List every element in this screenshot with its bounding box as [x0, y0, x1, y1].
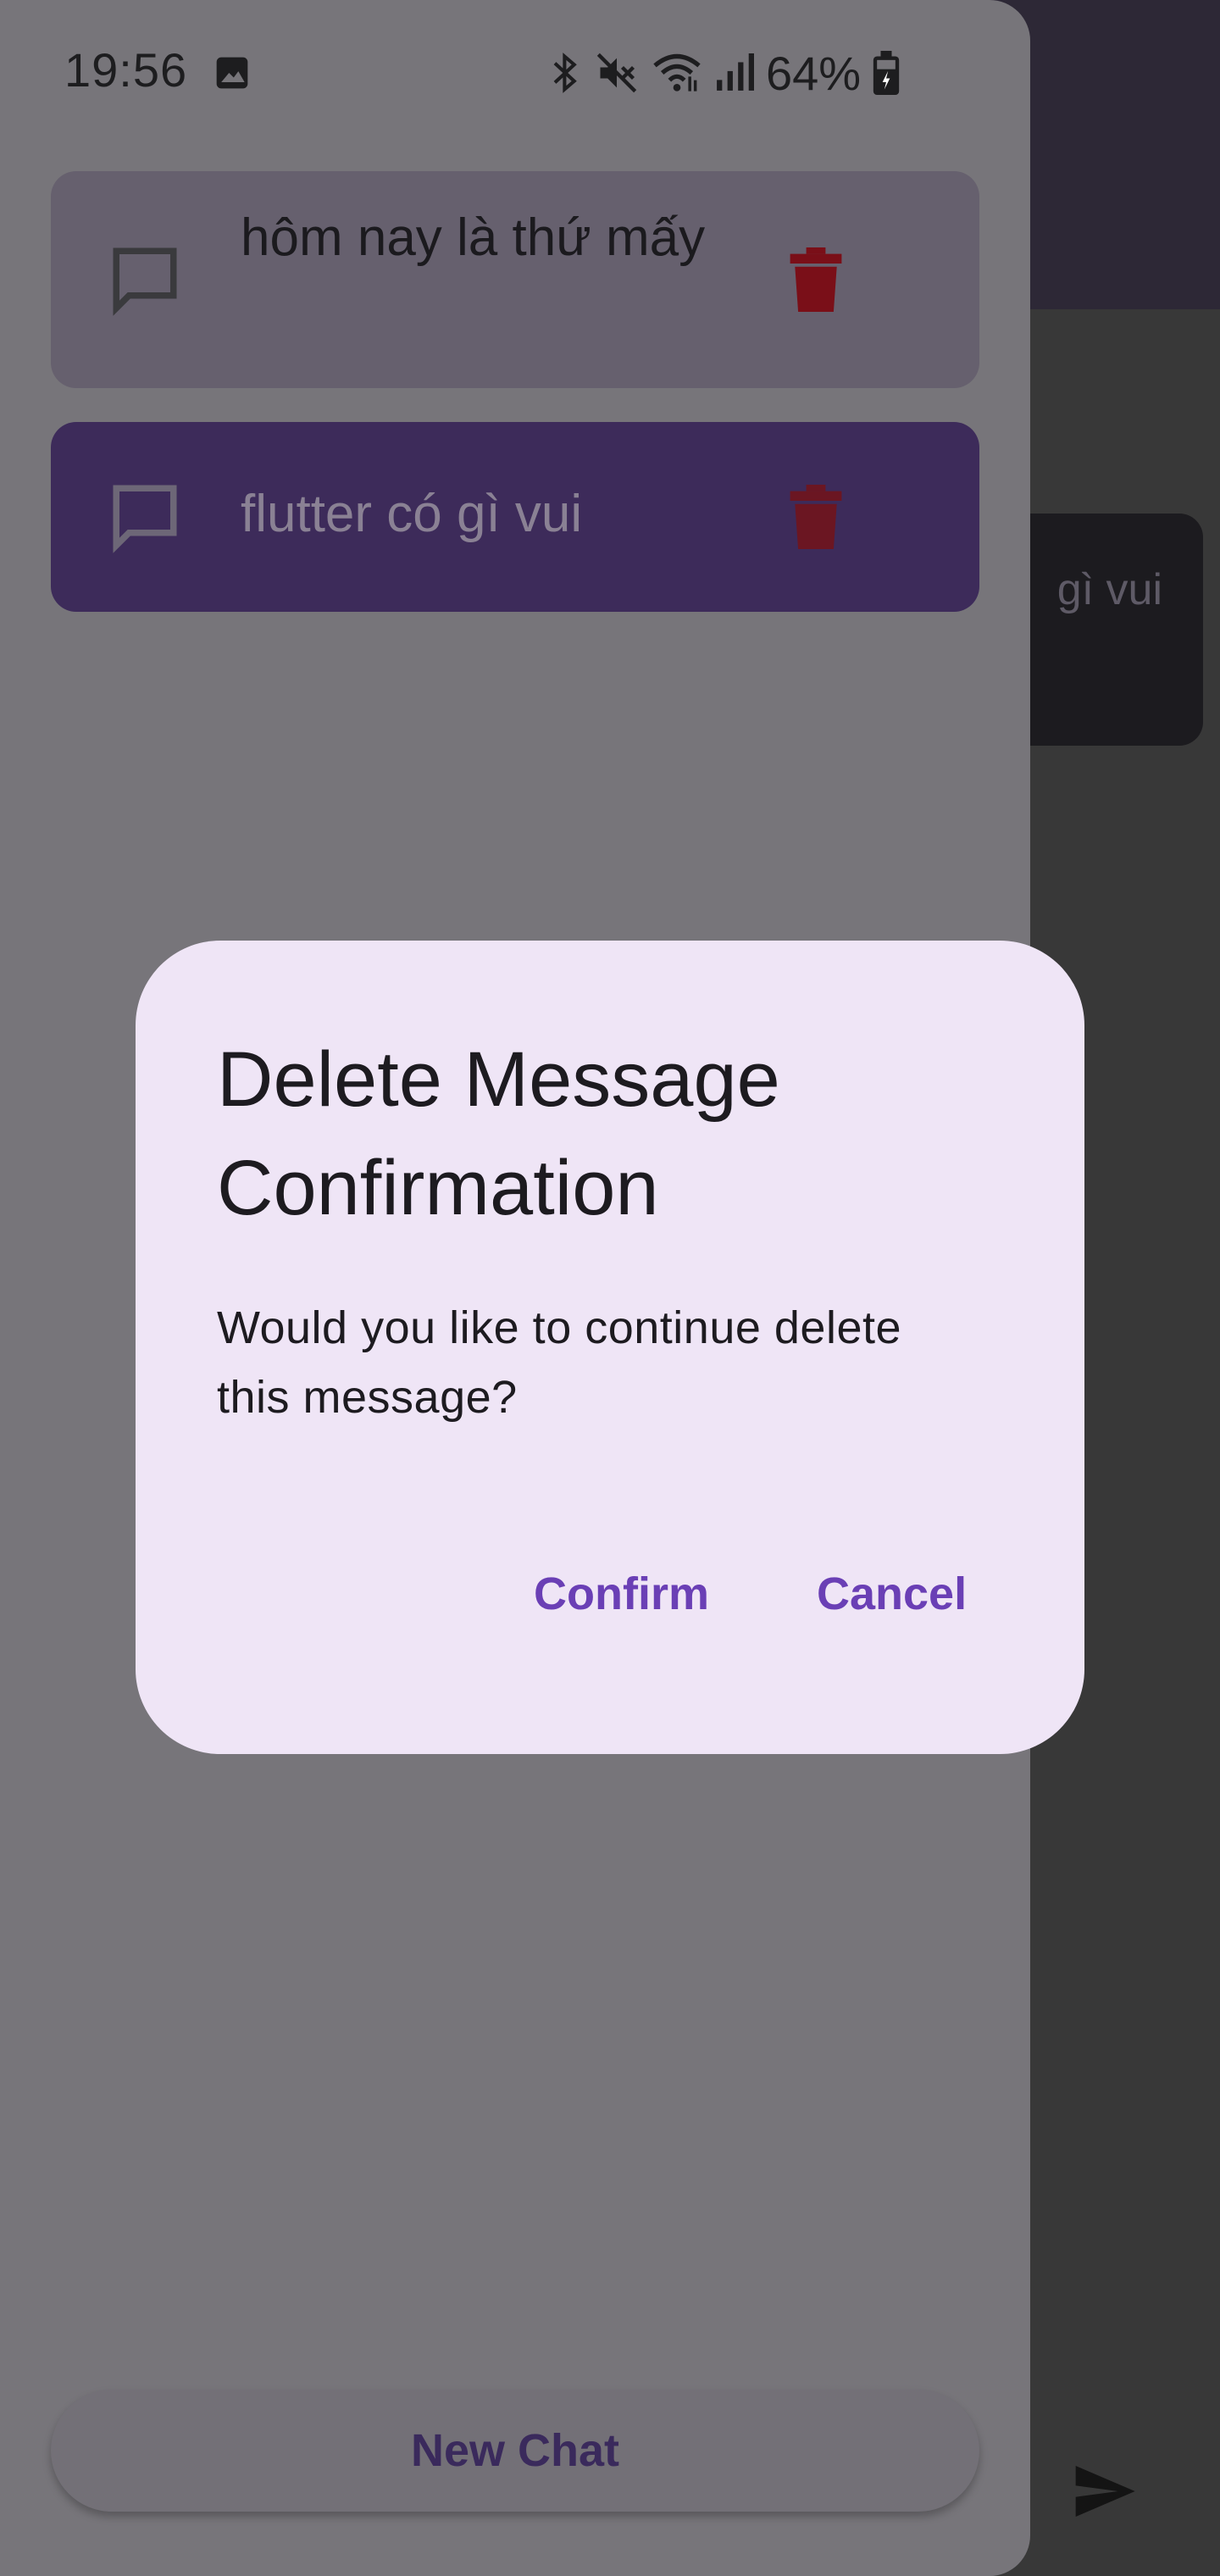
- trash-icon[interactable]: [790, 485, 842, 549]
- cancel-button[interactable]: Cancel: [796, 1551, 987, 1637]
- battery-percent: 64%: [766, 46, 862, 100]
- dialog-message: Would you like to continue delete this m…: [217, 1302, 902, 1423]
- photo-icon: [216, 57, 248, 89]
- chat-bubble-icon: [113, 485, 177, 553]
- wifi-icon: [653, 53, 701, 92]
- signal-icon: [717, 53, 754, 91]
- chat-item-label: flutter có gì vui: [241, 485, 583, 543]
- new-chat-button[interactable]: New Chat: [51, 2390, 979, 2512]
- chat-item-label: hôm nay là thứ mấy: [241, 208, 706, 267]
- send-icon: [1075, 2466, 1135, 2517]
- mute-icon: [596, 53, 637, 93]
- dialog-title: Delete Message Confirmation: [217, 1036, 780, 1231]
- battery-icon: [873, 51, 900, 95]
- chat-item-2[interactable]: flutter có gì vui: [51, 422, 979, 612]
- background-message-text: gì vui: [1056, 565, 1162, 614]
- status-icons: 64%: [549, 47, 900, 100]
- status-bar: 19:56 64%: [0, 0, 1030, 153]
- status-time: 19:56: [64, 43, 188, 97]
- delete-confirmation-dialog: Delete Message Confirmation Would you li…: [136, 941, 1084, 1754]
- trash-icon[interactable]: [790, 247, 842, 312]
- confirm-button[interactable]: Confirm: [513, 1551, 729, 1637]
- chat-item-1[interactable]: hôm nay là thứ mấy: [51, 171, 979, 388]
- chat-bubble-icon: [113, 247, 177, 316]
- bluetooth-icon: [553, 53, 577, 93]
